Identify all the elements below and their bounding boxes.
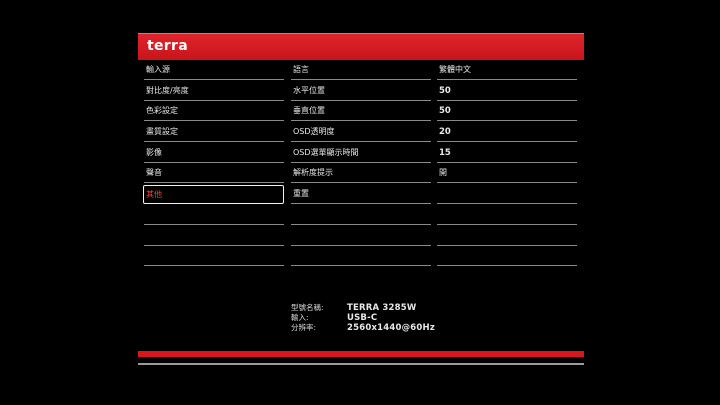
brand-logo: terra (147, 38, 188, 54)
category-item-empty (144, 227, 284, 246)
osd-menu: terra 輸入源 對比度/亮度 色彩設定 畫質設定 影像 聲音 其他 語言 水… (138, 33, 584, 366)
value-empty (437, 227, 577, 246)
value-resolution-notice[interactable]: 開 (437, 164, 577, 184)
value-v-position[interactable]: 50 (437, 102, 577, 122)
setting-item-osd-transparency[interactable]: OSD透明度 (291, 123, 431, 143)
setting-item-osd-timeout[interactable]: OSD選單顯示時間 (291, 144, 431, 163)
values-column: 繁體中文 50 50 20 15 開 (437, 61, 577, 268)
value-osd-transparency[interactable]: 20 (437, 123, 577, 143)
setting-item-language[interactable]: 語言 (291, 61, 431, 80)
category-item-color-settings[interactable]: 色彩設定 (144, 102, 284, 122)
model-value: TERRA 3285W (347, 303, 417, 313)
category-item-input-source[interactable]: 輸入源 (144, 61, 284, 80)
resolution-label: 分辨率: (291, 323, 317, 332)
value-empty (437, 206, 577, 225)
info-row-resolution: 分辨率: 2560x1440@60Hz (291, 323, 435, 333)
info-row-input: 輸入: USB-C (291, 313, 435, 323)
value-empty (437, 185, 577, 205)
setting-item-h-position[interactable]: 水平位置 (291, 82, 431, 101)
input-value: USB-C (347, 313, 378, 323)
value-empty (437, 247, 577, 267)
value-osd-timeout[interactable]: 15 (437, 144, 577, 163)
category-item-other[interactable]: 其他 (143, 185, 284, 205)
category-item-empty (144, 206, 284, 225)
category-item-picture-quality[interactable]: 畫質設定 (144, 123, 284, 143)
osd-header: terra (138, 33, 584, 60)
setting-item-empty (291, 227, 431, 246)
category-item-contrast-brightness[interactable]: 對比度/亮度 (144, 82, 284, 101)
setting-item-empty (291, 247, 431, 267)
category-item-empty (144, 247, 284, 267)
category-column: 輸入源 對比度/亮度 色彩設定 畫質設定 影像 聲音 其他 (143, 61, 284, 268)
settings-column: 語言 水平位置 垂直位置 OSD透明度 OSD選單顯示時間 解析度提示 重置 (291, 61, 431, 268)
setting-item-resolution-notice[interactable]: 解析度提示 (291, 164, 431, 184)
monitor-info: 型號名稱: TERRA 3285W 輸入: USB-C 分辨率: 2560x1440@… (291, 303, 435, 333)
value-h-position[interactable]: 50 (437, 82, 577, 101)
footer-divider (138, 363, 584, 365)
info-row-model: 型號名稱: TERRA 3285W (291, 303, 435, 313)
category-item-audio[interactable]: 聲音 (144, 164, 284, 184)
value-language[interactable]: 繁體中文 (437, 61, 577, 80)
footer-accent-bar (138, 351, 584, 357)
category-item-image[interactable]: 影像 (144, 144, 284, 163)
resolution-value: 2560x1440@60Hz (347, 323, 435, 333)
setting-item-empty (291, 206, 431, 225)
setting-item-v-position[interactable]: 垂直位置 (291, 102, 431, 122)
model-label: 型號名稱: (291, 303, 324, 312)
input-label: 輸入: (291, 313, 309, 322)
setting-item-reset[interactable]: 重置 (291, 185, 431, 205)
